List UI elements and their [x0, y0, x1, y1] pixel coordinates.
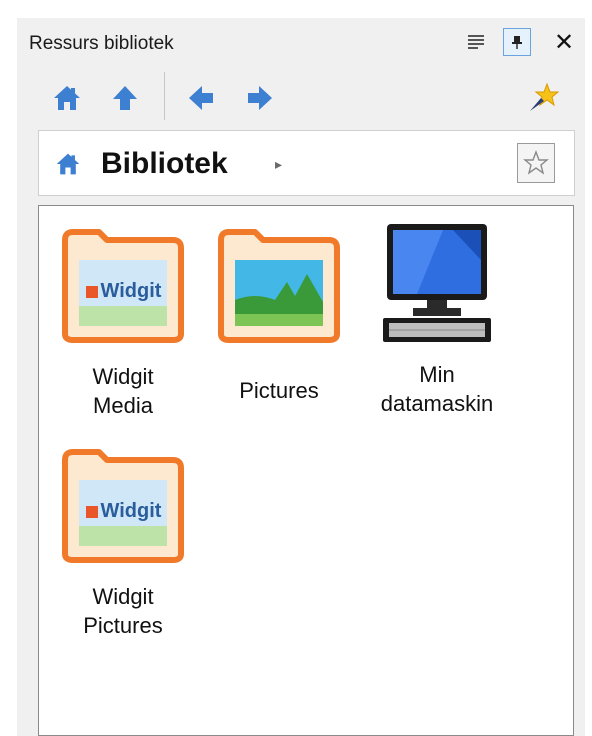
svg-text:Widgit: Widgit [101, 280, 162, 302]
up-button[interactable] [107, 80, 143, 116]
address-bar[interactable]: Bibliotek ▸ [38, 130, 575, 196]
pin-icon [512, 36, 522, 49]
up-arrow-icon [113, 86, 137, 110]
library-item-widgit-media[interactable]: Widgit Widgit Media [53, 226, 193, 420]
resource-library-panel: Ressurs bibliotek ✕ Bibliotek ▸ Widgit W… [17, 18, 585, 736]
list-view-icon [468, 35, 484, 49]
star-outline-icon [523, 150, 549, 175]
forward-arrow-icon [248, 86, 272, 110]
panel-title: Ressurs bibliotek [29, 33, 174, 54]
toolbar-separator [164, 72, 165, 120]
item-label-line: Pictures [83, 613, 163, 638]
back-arrow-icon [189, 86, 213, 110]
close-icon: ✕ [553, 28, 575, 56]
navigation-toolbar [17, 66, 585, 132]
favorites-star-icon [530, 82, 559, 111]
widgit-folder-icon: Widgit [62, 229, 184, 343]
forward-button[interactable] [242, 80, 278, 116]
breadcrumb-label[interactable]: Bibliotek [101, 147, 228, 181]
favorites-button[interactable] [525, 80, 561, 116]
home-icon [54, 86, 80, 110]
item-label-line: Pictures [239, 378, 319, 403]
library-item-pictures[interactable]: Pictures [209, 226, 349, 405]
item-label-line: Widgit [92, 364, 154, 389]
item-label-line: datamaskin [380, 391, 494, 416]
pictures-folder-icon [218, 229, 340, 343]
library-item-my-computer[interactable]: Min datamaskin [367, 220, 507, 418]
widgit-folder-icon: Widgit [62, 449, 184, 563]
svg-text:Widgit: Widgit [101, 500, 162, 522]
breadcrumb-home-icon[interactable] [55, 151, 81, 182]
item-label-line: Media [93, 393, 153, 418]
computer-icon [383, 224, 491, 342]
library-item-widgit-pictures[interactable]: Widgit Widgit Pictures [53, 446, 193, 640]
close-button[interactable]: ✕ [550, 28, 578, 56]
list-view-button[interactable] [462, 28, 490, 56]
home-button[interactable] [49, 80, 85, 116]
item-label-line: Min [419, 362, 455, 387]
back-button[interactable] [183, 80, 219, 116]
chevron-right-icon[interactable]: ▸ [275, 156, 282, 173]
item-label-line: Widgit [92, 584, 154, 609]
add-favorite-button[interactable] [517, 143, 555, 183]
panel-titlebar: Ressurs bibliotek ✕ [17, 18, 585, 66]
library-content-pane: Widgit Widgit Media Pictures Min datamas… [38, 205, 574, 736]
pin-button[interactable] [503, 28, 531, 56]
